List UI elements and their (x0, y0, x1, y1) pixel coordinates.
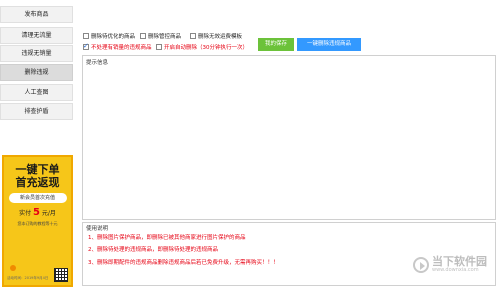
option-label: 不处理有销量的违规商品 (91, 45, 152, 51)
sidebar-item-delete-violations[interactable]: 删除违规 (0, 64, 73, 81)
watermark-url: www.downxia.com (432, 267, 479, 273)
usage-panel: 使用说明 (82, 222, 496, 286)
checkbox-delete-to-optimize[interactable] (83, 33, 89, 39)
checkbox-delete-invalid-shipping[interactable] (190, 33, 196, 39)
save-button[interactable]: 我的保存 (258, 38, 294, 51)
option-skip-with-sales[interactable]: 不处理有销量的违规商品 (83, 42, 152, 51)
option-delete-to-optimize[interactable]: 删除待优化的商品 (83, 32, 135, 40)
sidebar-item-manual-image-check[interactable]: 人工查图 (0, 84, 73, 101)
option-label: 删除无效运费模板 (198, 34, 243, 40)
option-delete-controlled[interactable]: 删除管控商品 (140, 32, 181, 40)
checkbox-auto-delete[interactable] (156, 44, 162, 50)
sidebar-item-clean-no-traffic[interactable]: 清理无流量 (0, 27, 73, 44)
watermark: 当下软件园 www.downxia.com (413, 256, 487, 273)
promo-price-amount: 5 (33, 207, 40, 218)
promo-subtext: 您本订购的教程等十元 (17, 221, 58, 226)
watermark-play-icon (413, 256, 429, 273)
usage-note-2: 2、删除待处理的违规商品，即删除待处理的违规商品 (88, 247, 219, 253)
option-delete-invalid-shipping[interactable]: 删除无效运费模板 (190, 32, 242, 40)
checkbox-skip-with-sales[interactable] (83, 42, 89, 50)
usage-panel-title: 使用说明 (86, 226, 109, 232)
promo-footer: 活动时间：2019年9月4日 (7, 276, 49, 280)
tips-panel: 提示信息 (82, 55, 496, 220)
option-label: 删除管控商品 (148, 34, 182, 40)
delete-all-violations-button[interactable]: 一键删除违规商品 (297, 38, 361, 51)
checkbox-delete-controlled[interactable] (140, 33, 146, 39)
sidebar-item-shield-check[interactable]: 排查护盾 (0, 103, 73, 120)
promo-banner[interactable]: 一键下单 首充返现 新会员首次充值 实付 5 元/月 您本订购的教程等十元 活动… (2, 155, 73, 287)
promo-price: 实付 5 元/月 (4, 207, 71, 218)
usage-note-1: 1、删除图片保护商品，即删除已被其他商家进行图片保护的商品 (88, 235, 246, 241)
promo-headline-2: 首充返现 (15, 176, 60, 189)
sidebar-item-publish[interactable]: 发布商品 (0, 6, 73, 23)
usage-note-3: 3、删除即期配件的违规商品删除违规商品后若已免费升级，无需再购买！！！ (88, 260, 279, 266)
tips-panel-title: 提示信息 (86, 60, 109, 66)
option-label: 开启自动删除（30分钟执行一次） (164, 45, 248, 51)
mascot-icon (10, 265, 16, 271)
promo-pill: 新会员首次充值 (8, 193, 67, 203)
option-auto-delete[interactable]: 开启自动删除（30分钟执行一次） (156, 43, 248, 51)
watermark-name: 当下软件园 (432, 255, 487, 268)
qr-code-icon (54, 268, 68, 282)
option-label: 删除待优化的商品 (91, 34, 136, 40)
promo-price-prefix: 实付 (19, 210, 32, 217)
promo-headline-1: 一键下单 (15, 163, 60, 176)
promo-price-suffix: 元/月 (41, 210, 56, 217)
sidebar-item-violation-no-sales[interactable]: 违规无销量 (0, 45, 73, 62)
